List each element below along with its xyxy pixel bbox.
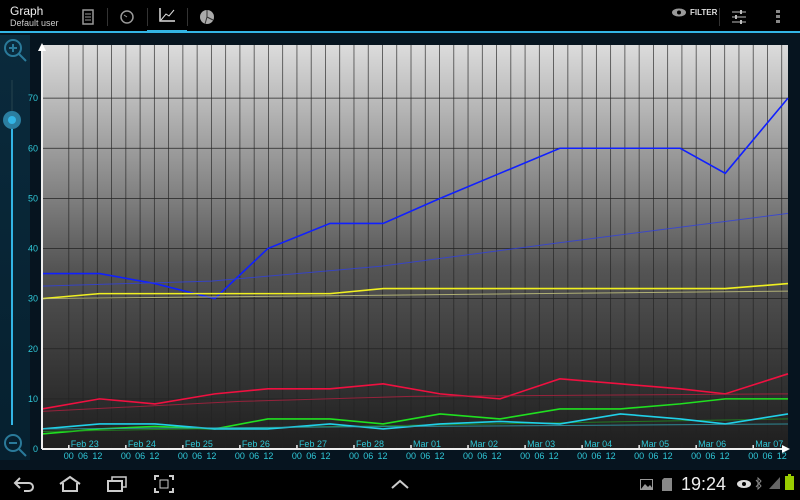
zoom-out-icon[interactable] — [4, 434, 27, 457]
x-hour-label: 06 — [534, 451, 544, 461]
chart: Feb 23 00 06 12 Feb 24 00 06 12 Feb 25 00 06 12 Feb … — [3, 39, 790, 461]
x-hour-label: 00 — [178, 451, 188, 461]
eye-status-icon — [737, 480, 751, 488]
x-hour-label: 06 — [648, 451, 658, 461]
y-tick-label: 0 — [33, 444, 38, 454]
x-hour-label: 12 — [92, 451, 102, 461]
x-hour-label: 06 — [192, 451, 202, 461]
x-hour-label: 00 — [235, 451, 245, 461]
back-icon[interactable] — [12, 475, 36, 493]
y-tick-label: 30 — [28, 294, 38, 304]
battery-icon — [785, 474, 794, 490]
x-hour-label: 12 — [606, 451, 616, 461]
x-day-label: Feb 26 — [242, 439, 270, 449]
x-day-label: Feb 23 — [71, 439, 99, 449]
x-hour-label: 06 — [135, 451, 145, 461]
x-hour-label: 00 — [634, 451, 644, 461]
sd-card-icon — [662, 478, 672, 491]
zoom-in-icon[interactable] — [4, 39, 27, 62]
x-hour-label: 06 — [477, 451, 487, 461]
x-day-label: Mar 07 — [755, 439, 783, 449]
x-hour-label: 12 — [263, 451, 273, 461]
home-icon[interactable] — [58, 475, 82, 493]
x-hour-label: 12 — [377, 451, 387, 461]
y-tick-label: 60 — [28, 143, 38, 153]
x-hour-label: 12 — [320, 451, 330, 461]
y-tick-label: 50 — [28, 193, 38, 203]
x-hour-label: 06 — [363, 451, 373, 461]
x-day-label: Feb 28 — [356, 439, 384, 449]
signal-icon — [769, 477, 780, 489]
y-tick-label: 40 — [28, 244, 38, 254]
x-hour-label: 12 — [206, 451, 216, 461]
y-tick-label: 70 — [28, 93, 38, 103]
x-hour-label: 00 — [577, 451, 587, 461]
x-hour-label: 06 — [420, 451, 430, 461]
x-day-label: Mar 02 — [470, 439, 498, 449]
x-day-label: Mar 06 — [698, 439, 726, 449]
tab-gauge[interactable] — [107, 0, 147, 33]
x-hour-label: 12 — [149, 451, 159, 461]
x-day-label: Mar 01 — [413, 439, 441, 449]
list-icon — [82, 8, 94, 25]
chevron-up-icon[interactable] — [390, 479, 410, 489]
x-hour-label: 06 — [249, 451, 259, 461]
tab-graph[interactable] — [147, 0, 187, 33]
tab-pie-chart[interactable] — [187, 0, 227, 33]
pie-chart-icon — [200, 9, 214, 24]
overflow-menu-icon[interactable] — [776, 10, 780, 24]
status-clock: 19:24 — [681, 474, 727, 494]
system-nav-bar: 19:24 — [0, 470, 800, 500]
divider — [719, 8, 720, 26]
x-day-label: Mar 05 — [641, 439, 669, 449]
x-day-label: Feb 25 — [185, 439, 213, 449]
x-day-label: Mar 03 — [527, 439, 555, 449]
zoom-thumb-center — [8, 116, 16, 124]
x-hour-label: 12 — [720, 451, 730, 461]
gallery-notification-icon — [640, 479, 653, 490]
x-day-label: Mar 04 — [584, 439, 612, 449]
x-hour-label: 12 — [777, 451, 787, 461]
y-tick-label: 10 — [28, 394, 38, 404]
x-hour-label: 00 — [748, 451, 758, 461]
x-hour-label: 12 — [663, 451, 673, 461]
y-tick-label: 20 — [28, 344, 38, 354]
x-day-label: Feb 27 — [299, 439, 327, 449]
x-hour-label: 06 — [78, 451, 88, 461]
x-hour-label: 00 — [463, 451, 473, 461]
x-hour-label: 12 — [549, 451, 559, 461]
x-hour-label: 06 — [591, 451, 601, 461]
filter-label: FILTER — [690, 8, 718, 17]
action-bar: Graph Default user FILTER — [0, 0, 800, 33]
x-hour-label: 00 — [349, 451, 359, 461]
x-hour-label: 06 — [306, 451, 316, 461]
settings-sliders-icon[interactable] — [732, 10, 746, 24]
graph-icon — [159, 8, 175, 22]
bluetooth-icon — [755, 477, 762, 490]
gauge-icon — [120, 9, 134, 24]
x-hour-label: 00 — [292, 451, 302, 461]
x-hour-label: 06 — [705, 451, 715, 461]
screenshot-icon[interactable] — [154, 475, 174, 493]
x-hour-label: 00 — [121, 451, 131, 461]
x-hour-label: 06 — [762, 451, 772, 461]
x-hour-label: 00 — [691, 451, 701, 461]
filter-button[interactable]: FILTER — [672, 8, 717, 17]
eye-icon — [672, 8, 686, 17]
recent-apps-icon[interactable] — [106, 475, 130, 493]
x-hour-label: 00 — [406, 451, 416, 461]
x-hour-label: 12 — [492, 451, 502, 461]
x-hour-label: 00 — [520, 451, 530, 461]
x-day-label: Feb 24 — [128, 439, 156, 449]
x-hour-label: 00 — [64, 451, 74, 461]
tab-list[interactable] — [68, 0, 108, 33]
page-title: Graph — [10, 4, 44, 18]
x-hour-label: 12 — [435, 451, 445, 461]
user-subtitle: Default user — [10, 18, 59, 28]
